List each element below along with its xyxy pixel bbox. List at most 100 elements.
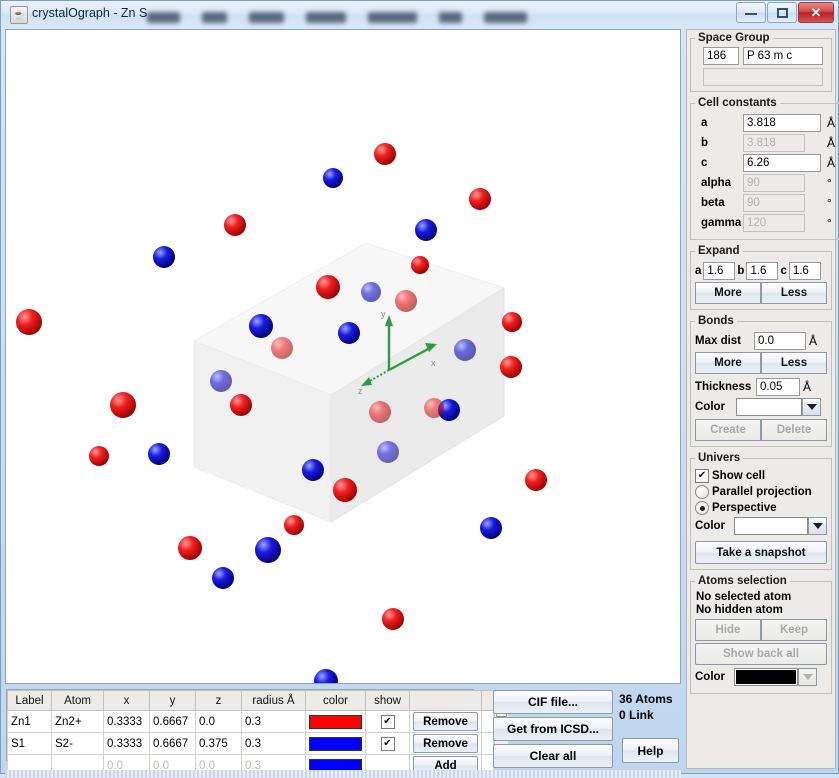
cell-y[interactable]: 0.6667 — [149, 732, 196, 755]
cell-constant-input-b[interactable] — [743, 134, 805, 152]
atom-sphere[interactable] — [314, 669, 338, 683]
atom-sphere[interactable] — [333, 478, 357, 502]
bonds-more-button[interactable]: More — [695, 352, 761, 374]
atom-sphere[interactable] — [369, 401, 391, 423]
univers-color-swatch[interactable] — [734, 517, 808, 535]
univers-color-picker[interactable] — [734, 517, 827, 535]
show-cell-checkbox[interactable]: ✔ — [695, 469, 709, 483]
show-checkbox[interactable]: ✔ — [380, 714, 395, 729]
atom-sphere[interactable] — [502, 312, 522, 332]
atom-sphere[interactable] — [361, 282, 381, 302]
cell-constant-input-c[interactable] — [743, 154, 821, 172]
expand-b-input[interactable] — [746, 262, 779, 280]
atom-sphere[interactable] — [153, 246, 175, 268]
atom-sphere[interactable] — [316, 275, 340, 299]
atoms-table[interactable]: Label Atom x y z radius Åcolor show Zn1 Zn2+ 0.3… — [7, 690, 494, 777]
space-group-symbol-input[interactable] — [743, 47, 823, 65]
cell-y[interactable]: 0.6667 — [149, 710, 196, 733]
table-body[interactable]: Zn1 Zn2+ 0.3333 0.6667 0.0 0.3 ✔ Remove S1 S2- 0.3… — [7, 710, 494, 777]
atom-sphere[interactable] — [424, 398, 444, 418]
space-group-number-input[interactable] — [703, 47, 739, 65]
expand-a-input[interactable] — [703, 262, 736, 280]
cell-atom[interactable]: Zn2+ — [51, 710, 104, 733]
atom-sphere[interactable] — [284, 515, 304, 535]
remove-row-button[interactable]: Remove — [413, 712, 478, 731]
max-dist-input[interactable] — [754, 332, 806, 350]
cell-constant-input-a[interactable] — [743, 114, 821, 132]
atom-sphere[interactable] — [89, 446, 109, 466]
menu-bar-blurred[interactable] — [147, 10, 527, 24]
atom-sphere[interactable] — [148, 443, 170, 465]
delete-bond-button[interactable]: Delete — [761, 419, 827, 441]
atom-sphere[interactable] — [377, 441, 399, 463]
table-row[interactable]: Zn1 Zn2+ 0.3333 0.6667 0.0 0.3 ✔ Remove — [7, 710, 494, 733]
take-snapshot-button[interactable]: Take a snapshot — [695, 541, 827, 564]
atom-sphere[interactable] — [302, 459, 324, 481]
atom-sphere[interactable] — [454, 339, 476, 361]
atom-sphere[interactable] — [110, 392, 136, 418]
color-swatch[interactable] — [309, 736, 362, 751]
atom-sphere[interactable] — [178, 536, 202, 560]
atom-sphere[interactable] — [500, 356, 522, 378]
maximize-button[interactable] — [767, 2, 797, 23]
cell-z[interactable]: 0.0 — [195, 710, 242, 733]
cell-radius[interactable]: 0.3 — [241, 732, 306, 755]
atom-sphere[interactable] — [374, 143, 396, 165]
atom-sphere[interactable] — [255, 537, 281, 563]
atom-sphere[interactable] — [382, 608, 404, 630]
table-header-x[interactable]: x — [103, 690, 150, 711]
table-header-y[interactable]: y — [149, 690, 196, 711]
help-button[interactable]: Help — [622, 738, 679, 763]
table-row[interactable]: S1 S2- 0.3333 0.6667 0.375 0.3 ✔ Remove — [7, 732, 494, 755]
table-header-radius[interactable]: radius Å — [241, 690, 306, 711]
close-button[interactable]: ✕ — [798, 2, 834, 23]
perspective-radio[interactable] — [695, 501, 709, 515]
bond-color-dropdown-icon[interactable] — [802, 398, 821, 416]
bonds-less-button[interactable]: Less — [761, 352, 827, 374]
color-swatch[interactable] — [309, 714, 362, 729]
atom-color-dropdown-icon[interactable] — [798, 668, 817, 686]
atom-sphere[interactable] — [480, 517, 502, 539]
show-cell-checkbox-row[interactable]: ✔ Show cell — [695, 469, 827, 483]
atom-sphere[interactable] — [224, 214, 246, 236]
table-header-blank8[interactable] — [409, 690, 482, 711]
atom-sphere[interactable] — [271, 337, 293, 359]
keep-atoms-button[interactable]: Keep — [761, 619, 827, 641]
parallel-projection-radio[interactable] — [695, 485, 709, 499]
atom-sphere[interactable] — [210, 370, 232, 392]
atom-sphere[interactable] — [411, 256, 429, 274]
cell-x[interactable]: 0.3333 — [103, 732, 150, 755]
cell-x[interactable]: 0.3333 — [103, 710, 150, 733]
cell-constant-input-beta[interactable] — [743, 194, 805, 212]
parallel-projection-row[interactable]: Parallel projection — [695, 485, 827, 499]
cell-radius[interactable]: 0.3 — [241, 710, 306, 733]
atom-sphere[interactable] — [230, 394, 252, 416]
cell-show[interactable]: ✔ — [365, 710, 410, 733]
atom-sphere[interactable] — [323, 168, 343, 188]
create-bond-button[interactable]: Create — [695, 419, 761, 441]
cell-show[interactable]: ✔ — [365, 732, 410, 755]
cell-atom[interactable]: S2- — [51, 732, 104, 755]
expand-less-button[interactable]: Less — [761, 282, 827, 304]
cell-action[interactable]: Remove — [409, 710, 482, 733]
minimize-button[interactable] — [736, 2, 766, 23]
bond-color-picker[interactable] — [736, 398, 821, 416]
table-header-z[interactable]: z — [195, 690, 242, 711]
remove-row-button[interactable]: Remove — [413, 734, 478, 753]
atom-sphere[interactable] — [16, 309, 42, 335]
clear-all-button[interactable]: Clear all — [493, 744, 613, 768]
thickness-input[interactable] — [756, 378, 800, 396]
table-header-show[interactable]: show — [365, 690, 410, 711]
table-header-label[interactable]: Label — [7, 690, 52, 711]
cell-action[interactable]: Remove — [409, 732, 482, 755]
table-header-atom[interactable]: Atom — [51, 690, 104, 711]
atom-sphere[interactable] — [338, 322, 360, 344]
get-from-icsd-button[interactable]: Get from ICSD... — [493, 717, 613, 741]
atom-sphere[interactable] — [415, 219, 437, 241]
atom-sphere[interactable] — [395, 290, 417, 312]
cell-label[interactable]: S1 — [7, 732, 52, 755]
hide-atoms-button[interactable]: Hide — [695, 619, 761, 641]
atom-sphere[interactable] — [249, 314, 273, 338]
space-group-extra-input[interactable] — [703, 68, 823, 86]
show-back-all-button[interactable]: Show back all — [695, 643, 827, 665]
